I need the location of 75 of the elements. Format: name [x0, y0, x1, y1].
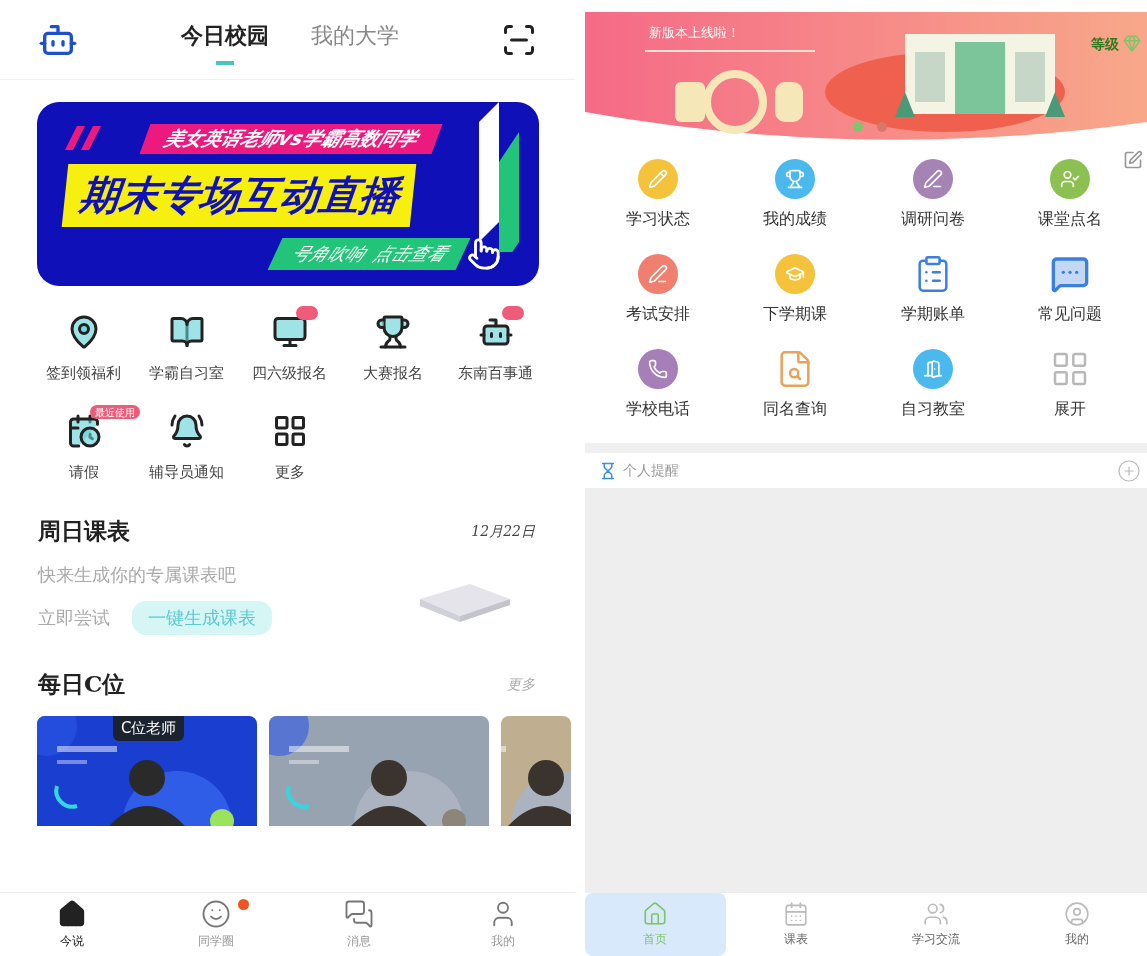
- hourglass-icon: [599, 461, 617, 480]
- carousel-dot[interactable]: [853, 122, 863, 132]
- app-item[interactable]: 学期账单: [864, 253, 1002, 326]
- shortcut-item[interactable]: 学霸自习室: [135, 310, 238, 387]
- calendar-icon: [782, 901, 809, 927]
- date-label: 12月22日: [471, 522, 535, 541]
- shortcut-label: 更多: [274, 463, 305, 482]
- section-title: 周日课表: [38, 516, 130, 546]
- banner-subtitle: 美女英语老师vs学霸高数同学: [139, 124, 443, 154]
- app-item[interactable]: 常见问题: [1001, 253, 1139, 326]
- section-title: 每日C位: [38, 669, 126, 699]
- header-tab[interactable]: 我的大学: [310, 14, 399, 65]
- app-item[interactable]: 调研问卷: [864, 158, 1002, 231]
- nav-tab[interactable]: 我的: [1006, 893, 1147, 956]
- tag-badge: [502, 306, 524, 320]
- bell-icon: [168, 413, 205, 449]
- app-label: 自习教室: [900, 399, 965, 419]
- reminder-title: 个人提醒: [623, 461, 680, 480]
- shortcut-item[interactable]: 签到领福利: [32, 310, 135, 387]
- smile-icon: [200, 899, 231, 929]
- card-tag: C位老师: [113, 716, 185, 741]
- try-prompt: 立即尝试: [38, 606, 110, 630]
- shortcut-item[interactable]: 四六级报名: [238, 310, 341, 387]
- chat-icon: [344, 899, 375, 929]
- app-item[interactable]: 学习状态: [589, 158, 727, 231]
- shortcut-label: 学霸自习室: [149, 364, 224, 383]
- shortcut-label: 四六级报名: [252, 364, 327, 383]
- recent-badge: 最近使用: [90, 405, 140, 419]
- app-label: 学期账单: [900, 304, 965, 324]
- app-label: 调研问卷: [900, 209, 965, 229]
- banner-headline: 新版本上线啦！: [649, 24, 740, 42]
- app-label: 课堂点名: [1038, 209, 1103, 229]
- app-label: 考试安排: [625, 304, 690, 324]
- app-item[interactable]: 课堂点名: [1001, 158, 1139, 231]
- shortcut-label: 东南百事通: [458, 364, 533, 383]
- banner-title: 期末专场互动直播: [61, 164, 417, 227]
- nav-tab[interactable]: 课表: [725, 893, 866, 956]
- app-item[interactable]: 我的成绩: [726, 158, 864, 231]
- nav-tab[interactable]: 学习交流: [866, 893, 1007, 956]
- carousel-dot[interactable]: [877, 122, 887, 132]
- shortcut-label: 大赛报名: [362, 364, 423, 383]
- open-book-icon: [168, 314, 205, 350]
- add-icon[interactable]: [1117, 458, 1141, 483]
- app-label: 同名查询: [763, 399, 828, 419]
- nav-tab[interactable]: 今说: [0, 893, 144, 956]
- users-icon: [923, 901, 950, 927]
- trophy-icon: [374, 314, 411, 350]
- app-item[interactable]: 同名查询: [726, 348, 864, 421]
- monitor-icon: [271, 314, 308, 350]
- shortcut-item[interactable]: 大赛报名: [341, 310, 444, 387]
- diamond-icon: [1123, 34, 1141, 52]
- app-label: 展开: [1054, 399, 1087, 419]
- user-icon: [1063, 901, 1090, 927]
- shortcut-item[interactable]: 东南百事通: [444, 310, 547, 387]
- edit-icon[interactable]: [1123, 150, 1143, 170]
- app-item[interactable]: 下学期课: [726, 253, 864, 326]
- app-label: 学习状态: [625, 209, 690, 229]
- app-item[interactable]: 学校电话: [589, 348, 727, 421]
- shortcut-label: 辅导员通知: [149, 463, 224, 482]
- app-item[interactable]: 自习教室: [864, 348, 1002, 421]
- app-label: 我的成绩: [763, 209, 828, 229]
- app-label: 学校电话: [625, 399, 690, 419]
- app-label: 常见问题: [1038, 304, 1103, 324]
- app-label: 下学期课: [763, 304, 828, 324]
- app-item[interactable]: 考试安排: [589, 253, 727, 326]
- pointing-hand-icon: [467, 237, 501, 271]
- tag-badge: [296, 306, 318, 320]
- app-item[interactable]: 展开: [1001, 348, 1139, 421]
- shortcut-label: 请假: [68, 463, 99, 482]
- shortcut-label: 签到领福利: [46, 364, 121, 383]
- schedule-hint: 快来生成你的专属课表吧: [38, 563, 237, 587]
- promo-banner[interactable]: 美女英语老师vs学霸高数同学 期末专场互动直播 号角吹响 点击查看: [37, 102, 539, 286]
- shortcut-item[interactable]: 更多: [238, 409, 341, 486]
- home-icon: [642, 901, 669, 927]
- header-tab[interactable]: 今日校园: [180, 14, 269, 65]
